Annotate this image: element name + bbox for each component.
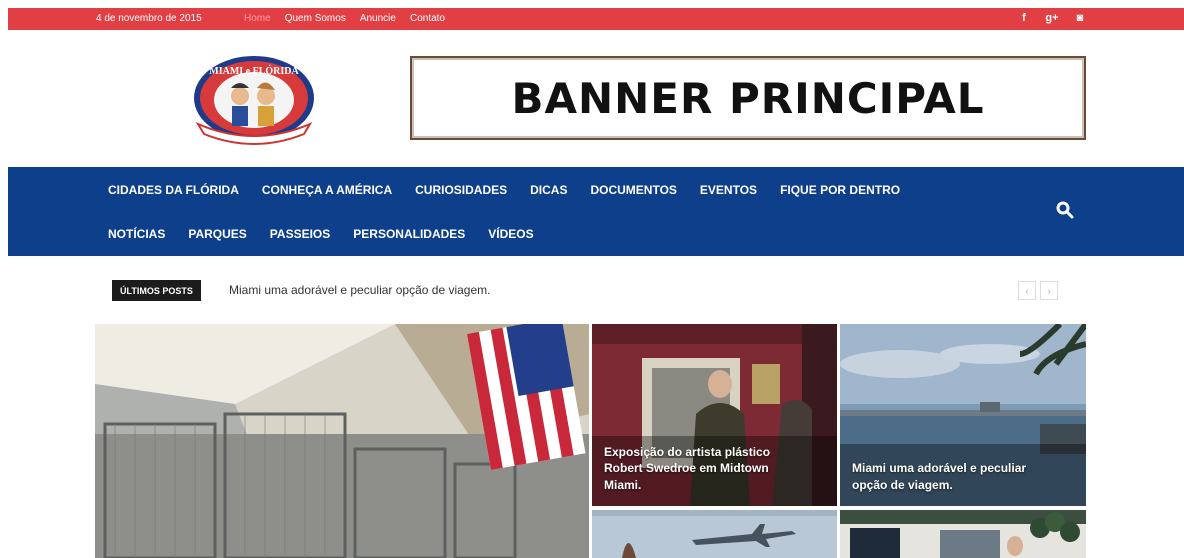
main-nav-row-2: NOTÍCIAS PARQUES PASSEIOS PERSONALIDADES… — [108, 227, 534, 241]
site-logo[interactable]: MIAMI e FLÓRIDA — [188, 52, 320, 148]
featured-b-caption[interactable]: Miami uma adorável e peculiar opção de v… — [852, 460, 1062, 494]
nav-item-noticias[interactable]: NOTÍCIAS — [108, 227, 165, 241]
google-plus-icon[interactable]: g+ — [1045, 11, 1058, 25]
featured-post-exposicao[interactable]: Exposição do artista plástico Robert Swe… — [592, 324, 837, 506]
logo-text: MIAMI e FLÓRIDA — [209, 65, 299, 77]
ticker-prev-button[interactable]: ‹ — [1018, 281, 1036, 300]
top-nav-home[interactable]: Home — [244, 13, 271, 24]
featured-main-image — [95, 324, 589, 558]
nav-item-fique-por-dentro[interactable]: FIQUE POR DENTRO — [780, 183, 900, 197]
nav-item-passeios[interactable]: PASSEIOS — [270, 227, 330, 241]
main-nav-row-1: CIDADES DA FLÓRIDA CONHEÇA A AMÉRICA CUR… — [108, 183, 900, 197]
featured-d-image — [840, 510, 1086, 558]
nav-item-documentos[interactable]: DOCUMENTOS — [590, 183, 676, 197]
ticker-next-button[interactable]: › — [1040, 281, 1058, 300]
nav-item-cidades-da-florida[interactable]: CIDADES DA FLÓRIDA — [108, 183, 239, 197]
featured-post-main[interactable] — [95, 324, 589, 558]
current-date: 4 de novembro de 2015 — [96, 13, 202, 24]
nav-item-curiosidades[interactable]: CURIOSIDADES — [415, 183, 507, 197]
featured-post-airplane[interactable] — [592, 510, 837, 558]
latest-post-link[interactable]: Miami uma adorável e peculiar opção de v… — [229, 283, 490, 297]
facebook-icon[interactable]: f — [1018, 11, 1030, 25]
nav-item-dicas[interactable]: DICAS — [530, 183, 567, 197]
ticker-controls: ‹ › — [1018, 281, 1058, 300]
instagram-icon[interactable]: ◙ — [1074, 11, 1086, 25]
main-nav: CIDADES DA FLÓRIDA CONHEÇA A AMÉRICA CUR… — [8, 167, 1184, 256]
top-nav-quem-somos[interactable]: Quem Somos — [285, 13, 346, 24]
featured-a-caption[interactable]: Exposição do artista plástico Robert Swe… — [604, 444, 774, 494]
social-links: f g+ ◙ — [1018, 11, 1086, 25]
nav-item-personalidades[interactable]: PERSONALIDADES — [353, 227, 465, 241]
top-nav: Home Quem Somos Anuncie Contato — [244, 13, 445, 24]
top-bar: 4 de novembro de 2015 Home Quem Somos An… — [8, 8, 1184, 30]
top-nav-anuncie[interactable]: Anuncie — [360, 13, 396, 24]
main-banner[interactable]: BANNER PRINCIPAL — [410, 56, 1086, 140]
nav-item-eventos[interactable]: EVENTOS — [700, 183, 757, 197]
top-nav-contato[interactable]: Contato — [410, 13, 445, 24]
banner-text: BANNER PRINCIPAL — [511, 73, 985, 123]
featured-post-miami[interactable]: Miami uma adorável e peculiar opção de v… — [840, 324, 1086, 506]
featured-post-event[interactable] — [840, 510, 1086, 558]
nav-item-parques[interactable]: PARQUES — [188, 227, 246, 241]
featured-c-image — [592, 510, 837, 558]
nav-item-videos[interactable]: VÍDEOS — [488, 227, 533, 241]
nav-item-conheca-a-america[interactable]: CONHEÇA A AMÉRICA — [262, 183, 392, 197]
latest-posts-label: ÚLTIMOS POSTS — [112, 280, 201, 301]
search-icon[interactable] — [1056, 201, 1074, 219]
